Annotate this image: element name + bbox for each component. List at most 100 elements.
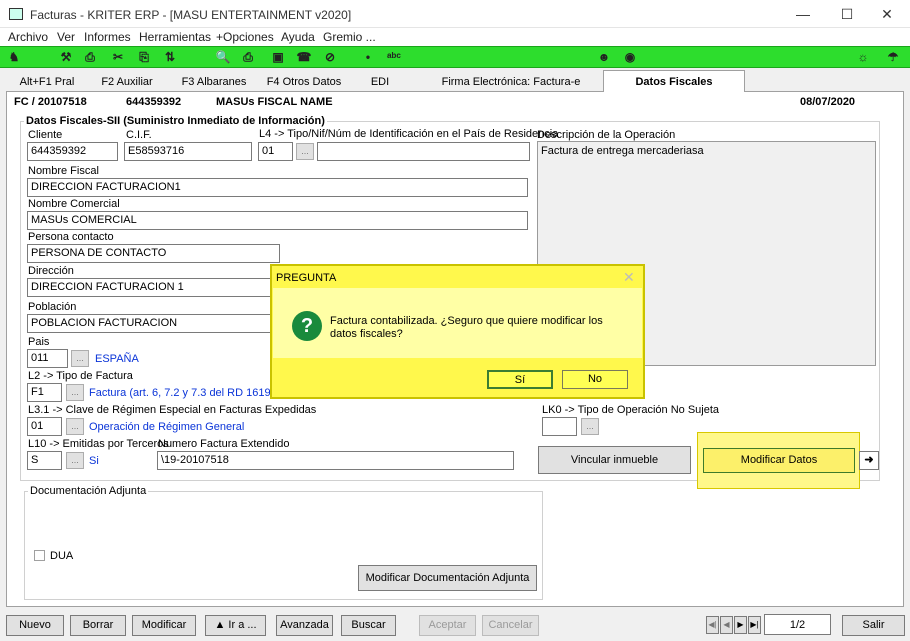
l4-tipo-field[interactable]: 01	[258, 142, 293, 161]
dua-checkbox[interactable]	[34, 550, 45, 561]
nombre-comercial-field[interactable]: MASUs COMERCIAL	[27, 211, 528, 230]
l2-desc: Factura (art. 6, 7.2 y 7.3 del RD 1619/2…	[89, 387, 299, 399]
l10-desc: Si	[89, 455, 99, 467]
cancelar-button[interactable]: Cancelar	[482, 615, 539, 636]
menu-herramientas[interactable]: Herramientas	[139, 30, 211, 44]
help-icon[interactable]: ☂	[885, 50, 901, 65]
vincular-inmueble-button[interactable]: Vincular inmueble	[538, 446, 691, 474]
last-record-icon[interactable]: ▶|	[748, 616, 761, 634]
pais-name: ESPAÑA	[95, 353, 139, 365]
l10-lookup-button[interactable]: ...	[66, 452, 84, 469]
menu-opciones[interactable]: +Opciones	[216, 30, 274, 44]
l4-num-field[interactable]	[317, 142, 530, 161]
aceptar-button[interactable]: Aceptar	[419, 615, 476, 636]
dialog-title: PREGUNTA	[276, 272, 337, 284]
lk0-label: LK0 -> Tipo de Operación No Sujeta	[542, 404, 720, 416]
tab-edi[interactable]: EDI	[360, 73, 400, 92]
l31-code-field[interactable]: 01	[27, 417, 62, 436]
preview-icon[interactable]: 🔍	[215, 50, 231, 65]
header-cif: 644359392	[126, 96, 182, 108]
cliente-field[interactable]: 644359392	[27, 142, 118, 161]
nombre-fiscal-label: Nombre Fiscal	[28, 165, 99, 177]
print-icon[interactable]: ⎙	[82, 50, 98, 65]
poblacion-label: Población	[28, 301, 77, 313]
header-name: MASUs FISCAL NAME	[216, 96, 333, 108]
maximize-button[interactable]: ☐	[832, 4, 862, 24]
modificar-button[interactable]: Modificar	[132, 615, 196, 636]
docs-group-title: Documentación Adjunta	[28, 485, 149, 497]
modificar-docs-button[interactable]: Modificar Documentación Adjunta	[358, 565, 537, 591]
first-record-icon[interactable]: ◀|	[706, 616, 719, 634]
dialog-yes-button[interactable]: Sí	[487, 370, 553, 389]
cut-icon[interactable]: ✂	[110, 50, 126, 65]
calculator-icon[interactable]: ▣	[270, 50, 286, 65]
lk0-code-field[interactable]	[542, 417, 577, 436]
l2-lookup-button[interactable]: ...	[66, 384, 84, 401]
direccion-label: Dirección	[28, 265, 74, 277]
phone-icon[interactable]: ☎	[296, 50, 312, 65]
persona-field[interactable]: PERSONA DE CONTACTO	[27, 244, 280, 263]
nombre-fiscal-field[interactable]: DIRECCION FACTURACION1	[27, 178, 528, 197]
l4-lookup-button[interactable]: ...	[296, 143, 314, 160]
user-icon[interactable]: ☻	[596, 50, 612, 65]
l10-code-field[interactable]: S	[27, 451, 62, 470]
l31-desc: Operación de Régimen General	[89, 421, 245, 433]
borrar-button[interactable]: Borrar	[70, 615, 126, 636]
tab-auxiliar[interactable]: F2 Auxiliar	[92, 73, 162, 92]
tab-firma[interactable]: Firma Electrónica: Factura-e	[436, 73, 586, 92]
cif-field[interactable]: E58593716	[124, 142, 252, 161]
header-date: 08/07/2020	[800, 96, 856, 108]
pais-lookup-button[interactable]: ...	[71, 350, 89, 367]
menu-ayuda[interactable]: Ayuda	[281, 30, 315, 44]
direccion-field[interactable]: DIRECCION FACTURACION 1	[27, 278, 280, 297]
tools-icon[interactable]: ⚒	[58, 50, 74, 65]
lightbulb-icon[interactable]: ☼	[855, 50, 871, 65]
minimize-button[interactable]: —	[788, 4, 818, 24]
cif-label: C.I.F.	[126, 129, 152, 141]
l2-label: L2 -> Tipo de Factura	[28, 370, 133, 382]
spellcheck-icon[interactable]: ᵃᵇᶜ	[386, 50, 402, 65]
app-icon	[9, 8, 23, 20]
modificar-datos-button[interactable]: Modificar Datos	[703, 448, 855, 473]
ir-a-button[interactable]: ▲ Ir a ...	[205, 615, 266, 636]
tab-strip: Alt+F1 Pral F2 Auxiliar F3 Albaranes F4 …	[6, 70, 904, 93]
bottom-bar: Nuevo Borrar Modificar ▲ Ir a ... Avanza…	[0, 611, 910, 641]
menu-ver[interactable]: Ver	[57, 30, 75, 44]
title-bar: Facturas - KRITER ERP - [MASU ENTERTAINM…	[0, 0, 910, 28]
l31-lookup-button[interactable]: ...	[66, 418, 84, 435]
salir-button[interactable]: Salir	[842, 615, 905, 636]
view-icon[interactable]: ◉	[622, 50, 638, 65]
prev-record-icon[interactable]: ◀	[720, 616, 733, 634]
num-ext-field[interactable]: \19-20107518	[157, 451, 514, 470]
cliente-label: Cliente	[28, 129, 63, 141]
dialog-message: Factura contabilizada. ¿Seguro que quier…	[330, 315, 603, 340]
nuevo-button[interactable]: Nuevo	[6, 615, 64, 636]
menu-gremio[interactable]: Gremio ...	[323, 30, 376, 44]
attach-icon[interactable]: ⊘	[322, 50, 338, 65]
copy-icon[interactable]: ⎘	[136, 50, 152, 65]
menu-archivo[interactable]: Archivo	[8, 30, 48, 44]
nombre-comercial-label: Nombre Comercial	[28, 198, 120, 210]
next-record-icon[interactable]: ▶	[734, 616, 747, 634]
doc-number: FC / 20107518	[14, 96, 87, 108]
poblacion-field[interactable]: POBLACION FACTURACION	[27, 314, 280, 333]
sort-icon[interactable]: ⇅	[162, 50, 178, 65]
avanzada-button[interactable]: Avanzada	[276, 615, 333, 636]
tab-otros-datos[interactable]: F4 Otros Datos	[264, 73, 344, 92]
tab-pral[interactable]: Alt+F1 Pral	[10, 73, 84, 92]
l2-code-field[interactable]: F1	[27, 383, 62, 402]
dialog-close-icon[interactable]: ✕	[623, 269, 635, 286]
dialog-no-button[interactable]: No	[562, 370, 628, 389]
lk0-lookup-button[interactable]: ...	[581, 418, 599, 435]
pais-code-field[interactable]: 011	[27, 349, 68, 368]
exit-icon[interactable]: ♞	[6, 50, 22, 65]
buscar-button[interactable]: Buscar	[341, 615, 396, 636]
arrow-right-icon[interactable]: ➜	[859, 451, 879, 470]
printer-icon[interactable]: ⎙	[240, 50, 256, 65]
persona-label: Persona contacto	[28, 231, 114, 243]
record-icon[interactable]: •	[360, 50, 376, 65]
tab-albaranes[interactable]: F3 Albaranes	[172, 73, 256, 92]
close-button[interactable]: ✕	[872, 4, 902, 24]
tab-datos-fiscales[interactable]: Datos Fiscales	[603, 70, 745, 93]
menu-informes[interactable]: Informes	[84, 30, 131, 44]
